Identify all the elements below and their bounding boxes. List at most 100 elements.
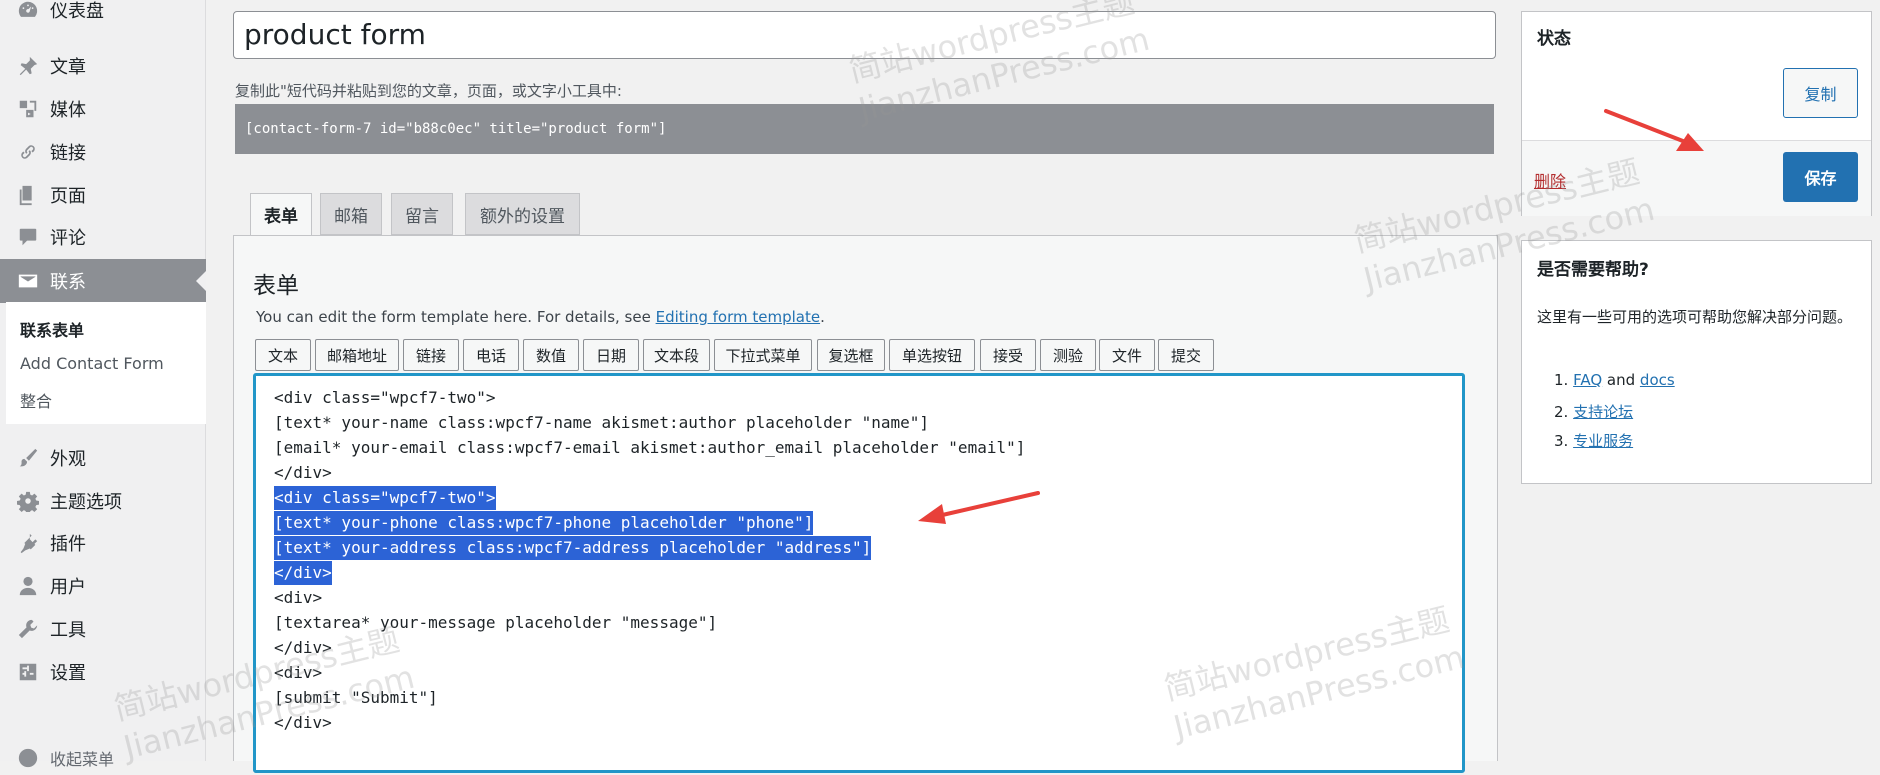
desc-suffix: . (820, 308, 825, 326)
sidebar-item-label: 主题选项 (50, 492, 122, 513)
tag-button-text[interactable]: 文本 (255, 339, 311, 371)
submenu-add-contact-form[interactable]: Add Contact Form (20, 354, 164, 373)
desc-prefix: You can edit the form template here. For… (256, 308, 656, 326)
code-line-selected: [text* your-address class:wpcf7-address … (274, 536, 872, 560)
shortcode-hint: 复制此"短代码并粘贴到您的文章，页面，或文字小工具中: (235, 82, 622, 100)
code-line-selected: <div class="wpcf7-two"> (274, 486, 496, 510)
code-line-selected: [text* your-phone class:wpcf7-phone plac… (274, 511, 814, 535)
code-line-selected: </div> (274, 561, 332, 585)
sidebar-item-dashboard[interactable]: 仪表盘 (0, 0, 206, 27)
sidebar-item-label: 文章 (50, 57, 86, 78)
code-line: <div> (274, 588, 323, 607)
sidebar-item-contact[interactable]: 联系 (0, 259, 206, 303)
collapse-menu-label: 收起菜单 (50, 750, 115, 769)
tag-button-acceptance[interactable]: 接受 (980, 339, 1036, 371)
settings-icon (16, 660, 40, 684)
code-line: [text* your-name class:wpcf7-name akisme… (274, 413, 930, 432)
professional-services-link[interactable]: 专业服务 (1573, 432, 1633, 450)
shortcode-field[interactable]: [contact-form-7 id="b88c0ec" title="prod… (235, 104, 1494, 154)
wrench-icon (16, 617, 40, 641)
tag-button-email[interactable]: 邮箱地址 (315, 339, 399, 371)
submenu-contact-forms[interactable]: 联系表单 (20, 317, 84, 341)
tab-form[interactable]: 表单 (250, 193, 312, 236)
plugin-icon (16, 531, 40, 555)
sidebar-item-links[interactable]: 链接 (0, 135, 206, 169)
sidebar-item-label: 设置 (50, 663, 86, 684)
faq-link[interactable]: FAQ (1573, 371, 1602, 389)
delete-link[interactable]: 删除 (1534, 168, 1566, 192)
tag-button-number[interactable]: 数值 (523, 339, 579, 371)
panel-description: You can edit the form template here. For… (256, 308, 825, 326)
tag-button-file[interactable]: 文件 (1099, 339, 1155, 371)
sidebar-item-label: 插件 (50, 534, 86, 555)
user-icon (16, 574, 40, 598)
contact-submenu: 联系表单 Add Contact Form 整合 (6, 302, 206, 424)
help-item: 3. 专业服务 (1554, 430, 1633, 451)
list-number: 2. (1554, 403, 1569, 421)
save-button[interactable]: 保存 (1783, 152, 1858, 202)
editing-form-template-link[interactable]: Editing form template (656, 308, 820, 326)
sidebar-item-label: 联系 (50, 272, 86, 293)
tag-button-url[interactable]: 链接 (403, 339, 459, 371)
code-line: <div class="wpcf7-two"> (274, 388, 496, 407)
tab-messages[interactable]: 留言 (391, 193, 453, 235)
help-text: 这里有一些可用的选项可帮助您解决部分问题。 (1537, 308, 1853, 326)
submenu-integration[interactable]: 整合 (20, 388, 52, 412)
code-line: [email* your-email class:wpcf7-email aki… (274, 438, 1026, 457)
sidebar-item-label: 链接 (50, 143, 86, 164)
sidebar-item-tools[interactable]: 工具 (0, 612, 206, 646)
code-line: [textarea* your-message placeholder "mes… (274, 613, 718, 632)
code-line: </div> (274, 713, 332, 732)
tag-button-date[interactable]: 日期 (583, 339, 639, 371)
list-number: 1. (1554, 371, 1569, 389)
sidebar-item-label: 用户 (50, 577, 86, 598)
sidebar-item-label: 媒体 (50, 100, 86, 121)
sidebar-item-label: 评论 (50, 228, 86, 249)
brush-icon (16, 446, 40, 470)
tag-button-quiz[interactable]: 测验 (1040, 339, 1096, 371)
sidebar-item-label: 页面 (50, 186, 86, 207)
sidebar-item-label: 仪表盘 (50, 1, 104, 22)
sidebar-item-settings[interactable]: 设置 (0, 655, 206, 689)
sidebar-item-theme-options[interactable]: 主题选项 (0, 484, 206, 518)
admin-sidebar: 仪表盘 文章 媒体 链接 页面 评论 联系 联系表单 Add Contact F… (0, 0, 206, 769)
help-item: 2. 支持论坛 (1554, 401, 1633, 422)
sidebar-item-posts[interactable]: 文章 (0, 49, 206, 83)
and-text: and (1602, 371, 1640, 389)
form-template-editor[interactable]: <div class="wpcf7-two"> [text* your-name… (253, 373, 1465, 773)
page-icon (16, 183, 40, 207)
sidebar-item-pages[interactable]: 页面 (0, 178, 206, 212)
tab-additional-settings[interactable]: 额外的设置 (465, 193, 580, 235)
list-number: 3. (1554, 432, 1569, 450)
tag-button-textarea[interactable]: 文本段 (643, 339, 710, 371)
tag-button-tel[interactable]: 电话 (463, 339, 519, 371)
gear-icon (16, 489, 40, 513)
sidebar-item-comments[interactable]: 评论 (0, 220, 206, 254)
panel-title: 表单 (253, 273, 299, 299)
tab-mail[interactable]: 邮箱 (320, 193, 382, 235)
collapse-icon (16, 746, 40, 770)
collapse-menu-button[interactable]: 收起菜单 (0, 741, 206, 775)
support-forum-link[interactable]: 支持论坛 (1573, 403, 1633, 421)
mail-icon (16, 269, 40, 293)
media-icon (16, 97, 40, 121)
code-line: <div> (274, 663, 323, 682)
sidebar-item-users[interactable]: 用户 (0, 569, 206, 603)
sidebar-item-label: 工具 (50, 620, 86, 641)
tag-button-radio[interactable]: 单选按钮 (889, 339, 975, 371)
sidebar-item-appearance[interactable]: 外观 (0, 441, 206, 475)
sidebar-item-label: 外观 (50, 449, 86, 470)
duplicate-button[interactable]: 复制 (1783, 68, 1858, 118)
docs-link[interactable]: docs (1640, 371, 1675, 389)
tag-button-checkbox[interactable]: 复选框 (817, 339, 885, 371)
help-item: 1. FAQ and docs (1554, 371, 1675, 389)
help-title: 是否需要帮助? (1537, 260, 1649, 280)
tag-button-submit[interactable]: 提交 (1158, 339, 1214, 371)
sidebar-item-media[interactable]: 媒体 (0, 92, 206, 126)
tag-button-select[interactable]: 下拉式菜单 (714, 339, 812, 371)
form-title-input[interactable]: product form (233, 11, 1496, 59)
sidebar-item-plugins[interactable]: 插件 (0, 526, 206, 560)
dashboard-icon (16, 0, 40, 22)
code-line: [submit "Submit"] (274, 688, 438, 707)
comment-icon (16, 225, 40, 249)
